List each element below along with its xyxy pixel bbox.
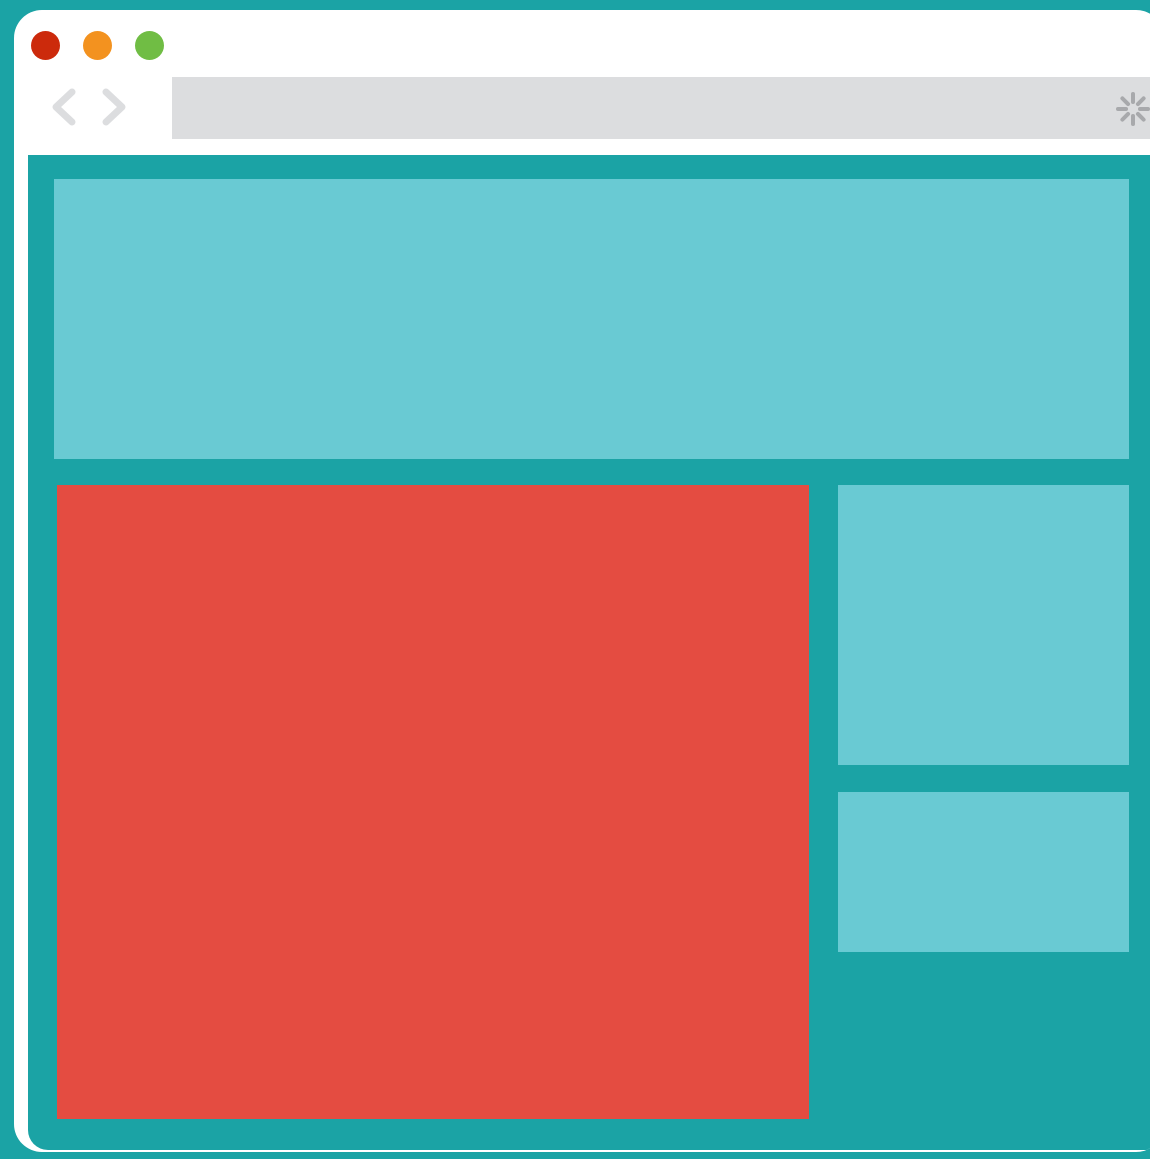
spinner-spoke	[1135, 96, 1146, 107]
forward-button[interactable]	[94, 82, 134, 132]
close-button[interactable]	[31, 31, 60, 60]
browser-window	[14, 10, 1150, 1152]
sidebar-block-bottom	[838, 792, 1129, 952]
maximize-button[interactable]	[135, 31, 164, 60]
address-bar[interactable]	[172, 77, 1150, 139]
back-button[interactable]	[44, 82, 84, 132]
main-block	[57, 485, 809, 1119]
spinner-spoke	[1120, 111, 1131, 122]
minimize-button[interactable]	[83, 31, 112, 60]
header-block	[54, 179, 1129, 459]
spinner-spoke	[1120, 96, 1131, 107]
page-content	[28, 155, 1150, 1150]
spinner-spoke	[1135, 111, 1146, 122]
sidebar-block-top	[838, 485, 1129, 765]
chevron-left-icon	[52, 88, 76, 126]
loading-spinner-icon	[1116, 92, 1150, 126]
chevron-right-icon	[102, 88, 126, 126]
